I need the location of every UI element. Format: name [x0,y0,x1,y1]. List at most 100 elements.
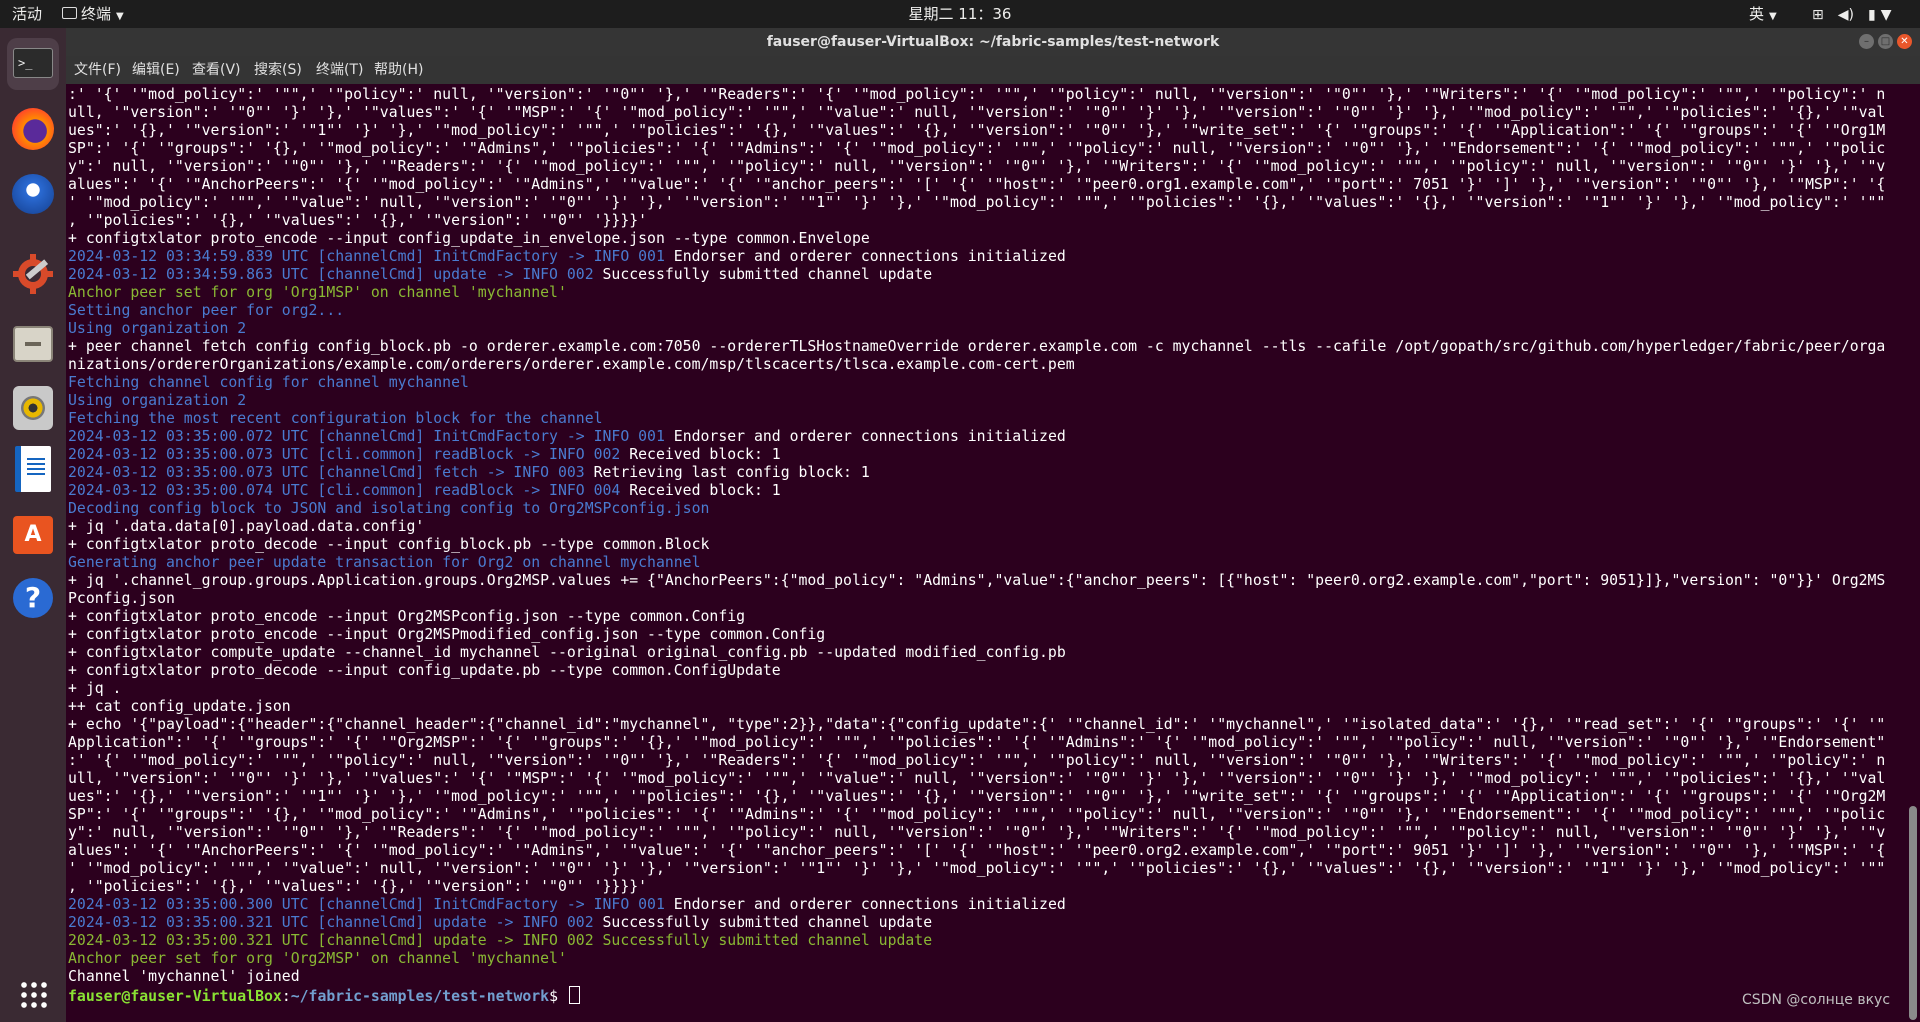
clock[interactable]: 星期二 11：36 [0,0,1920,28]
terminal-line: 2024-03-12 03:34:59.839 UTC [channelCmd]… [68,248,1906,266]
dock-files[interactable] [7,318,59,370]
terminal-line: SP":' '{' '"groups":' '{},' '"mod_policy… [68,140,1886,157]
terminal-line: Using organization 2 [68,320,247,337]
thunderbird-icon [12,174,54,214]
terminal-icon: >_ [13,48,53,78]
log-prefix: 2024-03-12 03:34:59.839 UTC [channelCmd]… [68,248,665,265]
terminal-line: + configtxlator proto_encode --input Org… [68,626,826,643]
prompt-user-host: fauser@fauser-VirtualBox [68,988,282,1005]
terminal-line: 2024-03-12 03:35:00.321 UTC [channelCmd]… [68,914,1906,932]
terminal-line: Anchor peer set for org 'Org1MSP' on cha… [68,284,567,301]
show-applications-button[interactable] [7,968,59,1020]
terminal-line: ++ cat config_update.json [68,698,291,715]
prompt-separator: : [281,988,291,1005]
dock-settings[interactable] [7,248,59,300]
terminal-line: + configtxlator compute_update --channel… [68,644,1066,661]
menu-file[interactable]: 文件(F) [74,56,121,84]
terminal-line: ull, '"version":' '"0"' '}' '},' '"value… [68,104,1886,121]
menu-bar: 文件(F) 编辑(E) 查看(V) 搜索(S) 终端(T) 帮助(H) [66,56,1920,84]
log-message: Endorser and orderer connections initial… [664,896,1066,913]
rhythmbox-icon [13,386,53,430]
dock-libreoffice-writer[interactable] [7,444,59,496]
dock-rhythmbox[interactable] [7,382,59,434]
terminal-line: 2024-03-12 03:35:00.073 UTC [channelCmd]… [68,464,1906,482]
dock-thunderbird[interactable] [7,168,59,220]
log-message: Received block: 1 [620,482,781,499]
log-prefix: 2024-03-12 03:35:00.074 UTC [cli.common]… [68,482,621,499]
terminal-line: 2024-03-12 03:35:00.074 UTC [cli.common]… [68,482,1906,500]
settings-gear-icon [13,254,53,294]
terminal-line: Fetching the most recent configuration b… [68,410,603,427]
watermark: CSDN @солнце вкус [1742,992,1891,1008]
system-menu[interactable]: ⊞ ◀) ▮ ▼ [1812,0,1919,28]
terminal-line: ' '"mod_policy":' '"",' '"value":' null,… [68,194,1886,211]
terminal-line: 2024-03-12 03:35:00.072 UTC [channelCmd]… [68,428,1906,446]
terminal-line: + jq '.data.data[0].payload.data.config' [68,518,425,535]
terminal-line: 2024-03-12 03:34:59.863 UTC [channelCmd]… [68,266,1906,284]
maximize-button[interactable]: □ [1878,34,1893,49]
terminal-line: Pconfig.json [68,590,175,607]
terminal-line: + configtxlator proto_encode --input con… [68,230,870,247]
window-title: fauser@fauser-VirtualBox: ~/fabric-sampl… [766,34,1220,50]
terminal-line: Decoding config block to JSON and isolat… [68,500,710,517]
terminal-line: , '"policies":' '{},' '"values":' '{},' … [68,878,648,895]
terminal-line: + configtxlator proto_decode --input con… [68,662,781,679]
terminal-prompt-line[interactable]: fauser@fauser-VirtualBox:~/fabric-sample… [68,986,1906,1005]
terminal-line: , '"policies":' '{},' '"values":' '{},' … [68,212,648,229]
terminal-line: ull, '"version":' '"0"' '}' '},' '"value… [68,770,1886,787]
battery-icon: ▮ ▼ [1867,7,1892,23]
app-grid-icon [19,980,49,1010]
input-method-label: 英 [1749,5,1765,23]
prompt-symbol: $ [549,988,567,1005]
network-icon: ⊞ [1812,7,1824,23]
terminal-line: Fetching channel config for channel mych… [68,374,469,391]
dock-ubuntu-software[interactable]: A [7,508,59,560]
menu-search[interactable]: 搜索(S) [254,56,302,84]
menu-edit[interactable]: 编辑(E) [132,56,180,84]
terminal-line: + configtxlator proto_encode --input Org… [68,608,746,625]
prompt-path: ~/fabric-samples/test-network [290,988,550,1005]
terminal-output[interactable]: :' '{' '"mod_policy":' '"",' '"policy":'… [68,86,1906,1020]
terminal-scrollbar[interactable] [1909,806,1917,1020]
terminal-line: 2024-03-12 03:35:00.321 UTC [channelCmd]… [68,932,933,949]
minimize-button[interactable]: – [1859,34,1874,49]
dock-terminal[interactable]: >_ [7,38,59,90]
log-prefix: 2024-03-12 03:35:00.300 UTC [channelCmd]… [68,896,665,913]
window-titlebar[interactable]: fauser@fauser-VirtualBox: ~/fabric-sampl… [66,28,1920,56]
dock-help[interactable]: ? [7,572,59,624]
terminal-line: SP":' '{' '"groups":' '{},' '"mod_policy… [68,806,1886,823]
text-cursor [568,986,580,1004]
menu-terminal[interactable]: 终端(T) [316,56,363,84]
terminal-line: ues":' '{},' '"version":' '"1"' '}' '},'… [68,788,1886,805]
menu-view[interactable]: 查看(V) [192,56,241,84]
terminal-line: ues":' '{},' '"version":' '"1"' '}' '},'… [68,122,1886,139]
chevron-down-icon: ▼ [1880,7,1892,23]
log-message: Successfully submitted channel update [593,914,933,931]
log-message: Successfully submitted channel update [593,266,933,283]
log-message: Received block: 1 [620,446,781,463]
terminal-line: y":' null, '"version":' '"0"' '},' '"Rea… [68,824,1886,841]
terminal-line: + jq . [68,680,122,697]
chevron-down-icon: ▼ [1769,11,1777,22]
log-prefix: 2024-03-12 03:35:00.072 UTC [channelCmd]… [68,428,665,445]
terminal-line: Setting anchor peer for org2... [68,302,345,319]
terminal-line: + configtxlator proto_decode --input con… [68,536,710,553]
terminal-line: + jq '.channel_group.groups.Application.… [68,572,1886,589]
terminal-line: :' '{' '"mod_policy":' '"",' '"policy":'… [68,86,1886,103]
terminal-line: ' '"mod_policy":' '"",' '"value":' null,… [68,860,1886,877]
firefox-icon [12,108,54,150]
files-icon [13,326,53,362]
terminal-line: Anchor peer set for org 'Org2MSP' on cha… [68,950,567,967]
input-method-indicator[interactable]: 英 ▼ [1749,0,1777,28]
terminal-line: alues":' '{' '"AnchorPeers":' '{' '"mod_… [68,176,1886,193]
terminal-line: + echo '{"payload":{"header":{"channel_h… [68,716,1886,733]
dock-firefox[interactable] [7,104,59,156]
menu-help[interactable]: 帮助(H) [374,56,423,84]
terminal-line: Using organization 2 [68,392,247,409]
volume-icon: ◀) [1837,7,1854,23]
terminal-line: Generating anchor peer update transactio… [68,554,701,571]
terminal-line: nizations/ordererOrganizations/example.c… [68,356,1075,373]
software-store-icon: A [13,516,53,554]
writer-icon [15,446,51,492]
close-button[interactable]: ✕ [1897,34,1912,49]
